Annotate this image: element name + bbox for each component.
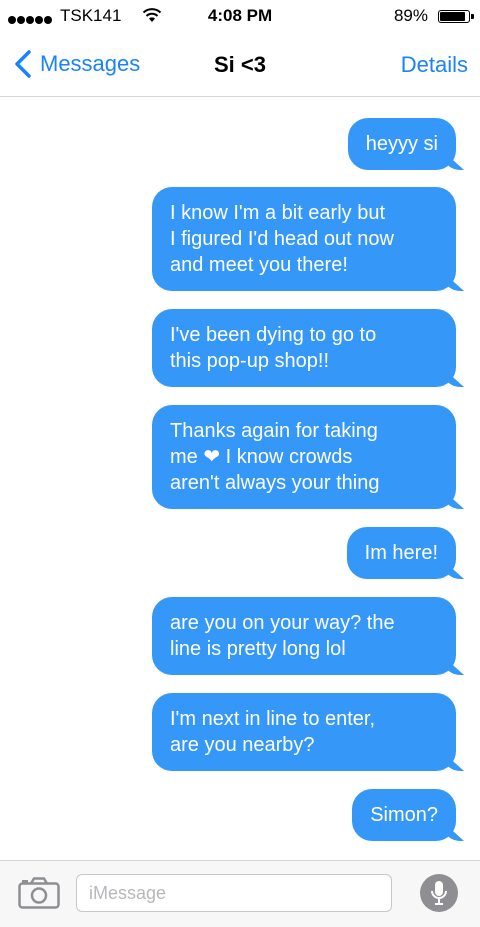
message-bubble[interactable]: Simon? <box>352 789 456 841</box>
camera-button[interactable] <box>18 877 60 909</box>
compose-bar <box>0 860 480 927</box>
battery-tip <box>471 14 474 19</box>
microphone-icon <box>431 881 447 905</box>
message-bubble[interactable]: I'm next in line to enter, are you nearb… <box>152 693 456 771</box>
battery-icon <box>438 10 470 23</box>
message-text: heyyy si <box>365 133 438 155</box>
message-input[interactable] <box>76 874 392 912</box>
message-bubble[interactable]: heyyy si <box>347 118 456 170</box>
navigation-bar: Messages Si <3 Details <box>0 36 480 97</box>
message-bubble[interactable]: Im here! <box>346 527 456 579</box>
message-text: I'm next in line to enter, are you nearb… <box>170 708 376 756</box>
message-text: Im here! <box>364 542 438 564</box>
message-bubble[interactable]: Thanks again for taking me ❤ I know crow… <box>152 405 456 509</box>
message-text: Thanks again for taking me ❤ I know crow… <box>170 420 380 494</box>
message-text: I know I'm a bit early but I figured I'd… <box>170 202 394 276</box>
message-text: I've been dying to go to this pop-up sho… <box>170 324 377 372</box>
details-button[interactable]: Details <box>401 52 468 78</box>
microphone-button[interactable] <box>420 874 458 912</box>
camera-icon <box>18 877 60 909</box>
message-bubble[interactable]: I've been dying to go to this pop-up sho… <box>152 309 456 387</box>
status-bar: TSK141 4:08 PM 89% <box>0 0 480 36</box>
message-text: Simon? <box>370 804 438 826</box>
message-text: are you on your way? the line is pretty … <box>170 612 395 660</box>
battery-percentage: 89% <box>393 6 428 25</box>
message-bubble[interactable]: I know I'm a bit early but I figured I'd… <box>152 187 456 291</box>
message-bubble[interactable]: are you on your way? the line is pretty … <box>152 597 456 675</box>
